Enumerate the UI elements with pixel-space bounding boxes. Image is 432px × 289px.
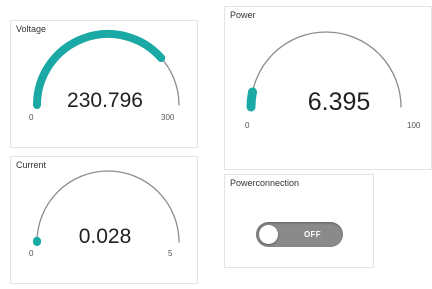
toggle-state-label: OFF xyxy=(304,230,321,239)
current-value: 0.028 xyxy=(78,225,132,248)
current-max-label: 5 xyxy=(168,249,173,258)
power-gauge-fill xyxy=(246,87,258,112)
power-card: Power 6.395 0 100 xyxy=(224,6,432,170)
power-value: 6.395 xyxy=(307,88,371,116)
power-min-label: 0 xyxy=(245,121,250,130)
power-toggle-switch[interactable]: OFF xyxy=(256,222,343,247)
current-card: Current 0.028 0 5 xyxy=(10,156,198,284)
voltage-gauge xyxy=(33,30,180,109)
voltage-value: 230.796 xyxy=(67,89,143,112)
powerconnection-title: Powerconnection xyxy=(230,178,300,188)
current-gauge xyxy=(33,170,180,246)
voltage-max-label: 300 xyxy=(161,113,175,122)
voltage-min-label: 0 xyxy=(29,113,34,122)
powerconnection-card: Powerconnection OFF xyxy=(224,174,374,268)
voltage-card: Voltage 230.796 0 300 xyxy=(10,20,198,148)
power-max-label: 100 xyxy=(407,121,421,130)
current-min-label: 0 xyxy=(29,249,34,258)
toggle-knob xyxy=(259,225,278,244)
